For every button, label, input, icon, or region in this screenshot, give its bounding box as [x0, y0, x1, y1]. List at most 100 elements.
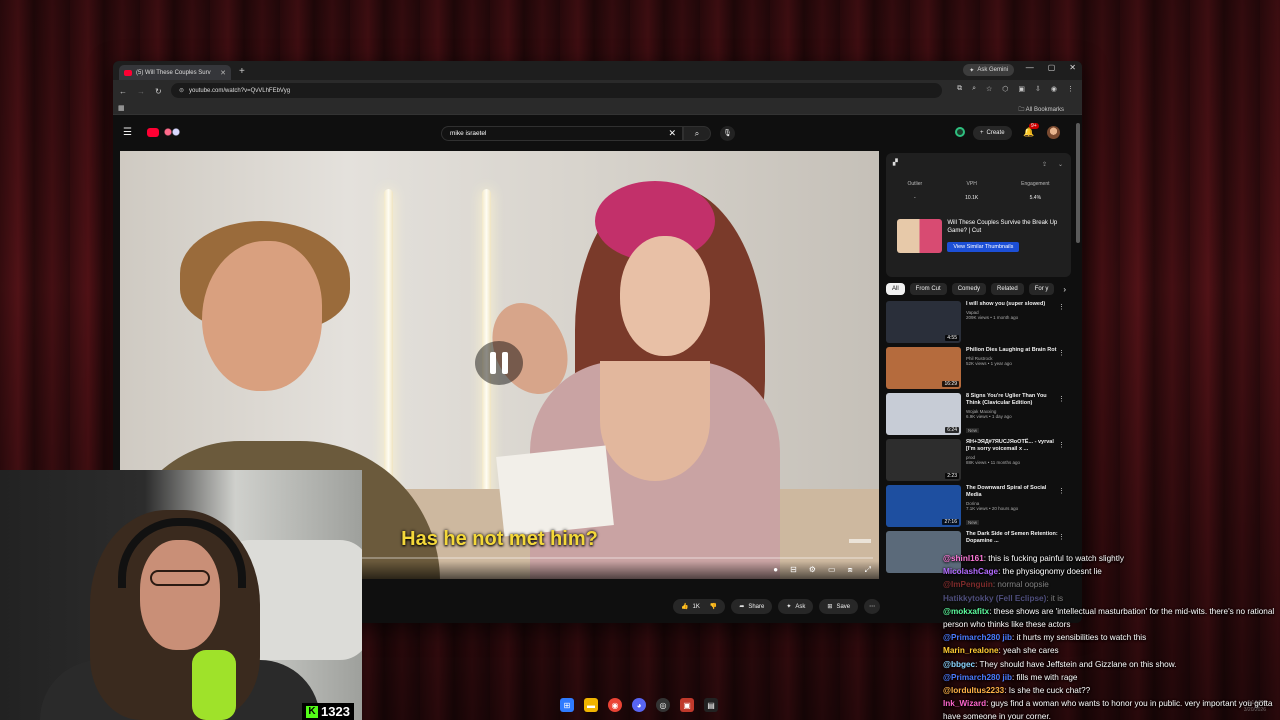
youtube-logo-icon[interactable]	[147, 128, 159, 137]
video-thumbnail[interactable]: 6:24	[886, 393, 961, 435]
omnibox[interactable]: ⊜ youtube.com/watch?v=QvVLhFEbVyg	[171, 83, 942, 98]
maximize-icon[interactable]: ▢	[1048, 63, 1056, 72]
more-options-icon[interactable]: ⋮	[1058, 349, 1065, 357]
recommended-video[interactable]: 27:16 The Downward Spiral of Social Media…	[886, 485, 1071, 531]
chip-related[interactable]: Related	[991, 283, 1024, 295]
app-icon[interactable]: ▣	[680, 698, 694, 712]
collapse-icon[interactable]: ⌄	[1058, 161, 1063, 168]
forward-icon[interactable]: →	[137, 87, 145, 96]
chat-username[interactable]: @Primarch280 jib	[943, 673, 1012, 682]
file-explorer-icon[interactable]: ▬	[584, 698, 598, 712]
video-title[interactable]: Philion Dies Laughing at Brain Rot	[966, 347, 1060, 354]
chat-username[interactable]: @ImPenguin	[943, 580, 993, 589]
video-title[interactable]: 8 Signs You're Uglier Than You Think (Cl…	[966, 393, 1060, 407]
back-icon[interactable]: ←	[119, 87, 127, 96]
obs-icon[interactable]: ◎	[656, 698, 670, 712]
apps-icon[interactable]: ▦	[118, 104, 125, 112]
video-duration: 27:16	[942, 519, 959, 525]
new-tab-icon[interactable]: +	[239, 66, 245, 77]
pause-button[interactable]	[475, 341, 523, 385]
settings-gear-icon[interactable]: ⚙	[809, 565, 816, 575]
extension-icon[interactable]	[955, 127, 965, 137]
paper	[496, 445, 614, 537]
windows-start-icon[interactable]: ⊞	[560, 698, 574, 712]
chip-all[interactable]: All	[886, 283, 905, 295]
chat-username[interactable]: Marin_realone	[943, 646, 999, 655]
profile-icon[interactable]: ◉	[1051, 85, 1057, 93]
discord-icon[interactable]: ◕	[632, 698, 646, 712]
terminal-icon[interactable]: ▤	[704, 698, 718, 712]
chat-username[interactable]: @Primarch280 jib	[943, 633, 1012, 642]
youtube-doodle-icon[interactable]	[162, 127, 184, 137]
ask-gemini-button[interactable]: ✦ Ask Gemini	[963, 64, 1014, 76]
more-options-icon[interactable]: ⋮	[1058, 487, 1065, 495]
chip-comedy[interactable]: Comedy	[951, 283, 987, 295]
video-thumbnail[interactable]: 16:29	[886, 347, 961, 389]
video-title[interactable]: ЯН+ЭЯД#7ЯUCJЯoOТЁ... - vyrval [I'm sorry…	[966, 439, 1060, 453]
close-window-icon[interactable]: ✕	[1069, 63, 1076, 72]
install-icon[interactable]: ⧉	[957, 85, 962, 93]
chat-username[interactable]: @bbgec	[943, 660, 975, 669]
more-options-icon[interactable]: ⋮	[1058, 303, 1065, 311]
save-icon: ⊞	[827, 604, 833, 610]
reload-icon[interactable]: ↻	[155, 87, 162, 96]
create-button[interactable]: + Create	[973, 126, 1012, 140]
view-similar-thumbnails-button[interactable]: View Similar Thumbnails	[947, 242, 1020, 252]
recommended-video[interactable]: 4:55 I will show you (super slowed) Vapad 2…	[886, 301, 1071, 347]
video-thumbnail[interactable]: 27:16	[886, 485, 961, 527]
page-scrollbar[interactable]	[1076, 123, 1080, 243]
extensions-icon[interactable]: ⬡	[1002, 85, 1008, 93]
viewer-count-badge: K 1323	[302, 703, 354, 720]
current-video-thumbnail	[897, 219, 943, 253]
chat-username[interactable]: Hatikkytokky (Fell Eclipse)	[943, 594, 1046, 603]
chrome-icon[interactable]: ◉	[608, 698, 622, 712]
all-bookmarks-link[interactable]: 🗀 All Bookmarks	[1018, 105, 1064, 115]
zoom-icon[interactable]: ⌕	[972, 85, 976, 93]
avatar[interactable]	[1047, 126, 1060, 139]
recommended-video[interactable]: 6:24 8 Signs You're Uglier Than You Think…	[886, 393, 1071, 439]
recommended-video[interactable]: 2:23 ЯН+ЭЯД#7ЯUCJЯoOТЁ... - vyrval [I'm s…	[886, 439, 1071, 485]
chip-for-you[interactable]: For y	[1028, 283, 1055, 295]
bookmark-star-icon[interactable]: ☆	[986, 85, 992, 93]
miniplayer-icon[interactable]: ⧈	[848, 565, 853, 575]
close-tab-icon[interactable]: ✕	[220, 69, 226, 77]
autoplay-icon[interactable]: ●	[773, 565, 778, 575]
export-icon[interactable]: ⇪	[1042, 161, 1047, 168]
more-actions-icon[interactable]: ⋯	[864, 599, 881, 614]
sidepanel-icon[interactable]: ▣	[1018, 85, 1025, 93]
chat-username[interactable]: MicolashCage	[943, 567, 998, 576]
video-title[interactable]: The Downward Spiral of Social Media	[966, 485, 1060, 499]
site-info-icon[interactable]: ⊜	[179, 87, 184, 94]
chat-username[interactable]: Ink_Wizard	[943, 699, 986, 708]
subtitles-icon[interactable]: ⊟	[790, 565, 797, 575]
hamburger-menu-icon[interactable]: ☰	[123, 127, 132, 138]
voice-search-icon[interactable]: 🎙	[720, 126, 735, 141]
fullscreen-icon[interactable]: ⤢	[865, 565, 871, 575]
chat-username[interactable]: @mokxafitx	[943, 607, 989, 616]
chip-from-cut[interactable]: From Cut	[909, 283, 947, 295]
video-title[interactable]: I will show you (super slowed)	[966, 301, 1060, 308]
dislike-icon[interactable]: 👎	[710, 603, 717, 610]
share-button[interactable]: ➦ Share	[731, 599, 773, 614]
recommended-video[interactable]: 16:29 Philion Dies Laughing at Brain Rot P…	[886, 347, 1071, 393]
theater-mode-icon[interactable]: ▭	[828, 565, 836, 575]
search-input[interactable]: mike israetel ✕	[441, 126, 683, 141]
video-title[interactable]: The Dark Side of Semen Retention: Dopami…	[966, 531, 1060, 545]
ask-button[interactable]: ✦ Ask	[778, 599, 814, 614]
downloads-icon[interactable]: ⇩	[1035, 85, 1041, 93]
minimize-icon[interactable]: —	[1026, 63, 1034, 72]
save-button[interactable]: ⊞ Save	[819, 599, 859, 614]
clear-search-icon[interactable]: ✕	[668, 128, 676, 139]
chat-username[interactable]: @lordultus2233	[943, 686, 1004, 695]
more-options-icon[interactable]: ⋮	[1058, 441, 1065, 449]
search-button[interactable]: ⌕	[683, 126, 711, 141]
chat-username[interactable]: @shinl161	[943, 554, 984, 563]
browser-tab[interactable]: (5) Will These Couples Surv ✕	[119, 65, 231, 80]
more-options-icon[interactable]: ⋮	[1058, 395, 1065, 403]
more-options-icon[interactable]: ⋮	[1058, 533, 1065, 541]
video-thumbnail[interactable]: 4:55	[886, 301, 961, 343]
menu-icon[interactable]: ⋮	[1067, 85, 1074, 93]
video-thumbnail[interactable]: 2:23	[886, 439, 961, 481]
like-button[interactable]: 👍 1K 👎	[673, 599, 726, 614]
chevron-right-icon[interactable]: ›	[1063, 285, 1066, 294]
